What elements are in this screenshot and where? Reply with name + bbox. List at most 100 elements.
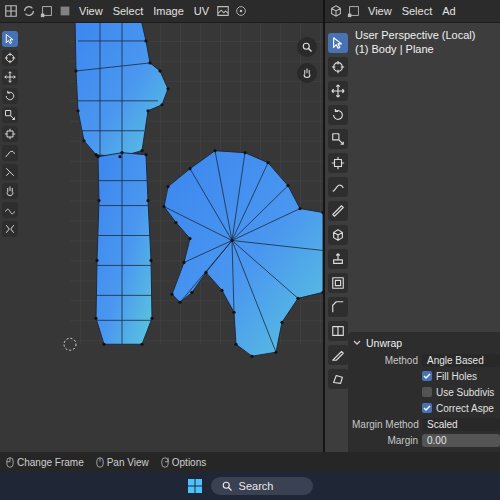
uv-vertex[interactable]: [321, 211, 323, 214]
viewport-body[interactable]: User Perspective (Local)(1) Body | Plane…: [325, 23, 500, 452]
uv-vertex[interactable]: [118, 155, 121, 158]
vertex-select-icon[interactable]: [347, 4, 361, 18]
uv-vertex[interactable]: [148, 61, 151, 64]
uv-vertex[interactable]: [230, 239, 233, 242]
tool-button[interactable]: [2, 107, 18, 123]
tool-button[interactable]: [2, 164, 18, 180]
uv-vertex[interactable]: [190, 291, 193, 294]
vertex-select-icon[interactable]: [40, 4, 54, 18]
menu-item[interactable]: Select: [110, 3, 147, 19]
windows-logo-icon[interactable]: [187, 478, 203, 494]
uv-island[interactable]: [164, 151, 323, 357]
uv-vertex[interactable]: [178, 301, 181, 304]
uv-vertex[interactable]: [149, 259, 152, 262]
menu-item[interactable]: View: [76, 3, 106, 19]
uv-vertex[interactable]: [166, 87, 169, 90]
pivot-icon[interactable]: [234, 4, 248, 18]
menu-item[interactable]: Ad: [439, 3, 458, 19]
tool-button[interactable]: [328, 105, 348, 125]
tool-button[interactable]: [2, 145, 18, 161]
uv-vertex[interactable]: [74, 69, 77, 72]
uv-vertex[interactable]: [150, 317, 153, 320]
uv-vertex[interactable]: [82, 139, 85, 142]
editor-type-icon[interactable]: [4, 4, 18, 18]
tool-button[interactable]: [2, 126, 18, 142]
uv-vertex[interactable]: [162, 205, 165, 208]
uv-vertex[interactable]: [274, 351, 277, 354]
menu-item[interactable]: Image: [150, 3, 187, 19]
uv-vertex[interactable]: [95, 259, 98, 262]
uv-vertex[interactable]: [146, 199, 149, 202]
checkbox-field[interactable]: Correct Aspe: [422, 403, 500, 414]
tool-button[interactable]: [328, 225, 348, 245]
sync-selection-icon[interactable]: [22, 4, 36, 18]
uv-vertex[interactable]: [232, 311, 235, 314]
uv-vertex[interactable]: [188, 237, 191, 240]
tool-button[interactable]: [2, 221, 18, 237]
editor-type-icon[interactable]: [329, 4, 343, 18]
tool-button[interactable]: [2, 31, 18, 47]
tool-button[interactable]: [328, 321, 348, 341]
tool-button[interactable]: [2, 50, 18, 66]
uv-vertex[interactable]: [140, 149, 143, 152]
checkbox[interactable]: [422, 403, 432, 413]
2d-cursor-icon[interactable]: [64, 338, 76, 350]
uv-island[interactable]: [96, 153, 152, 345]
tool-button[interactable]: [328, 249, 348, 269]
tool-button[interactable]: [2, 183, 18, 199]
uv-vertex[interactable]: [140, 343, 143, 346]
uv-vertex[interactable]: [144, 39, 147, 42]
tool-button[interactable]: [328, 201, 348, 221]
menu-item[interactable]: UV: [191, 3, 212, 19]
uv-vertex[interactable]: [280, 321, 283, 324]
uv-vertex[interactable]: [220, 289, 223, 292]
tool-button[interactable]: [2, 88, 18, 104]
tool-button[interactable]: [328, 345, 348, 365]
uv-vertex[interactable]: [102, 343, 105, 346]
uv-vertex[interactable]: [96, 155, 99, 158]
uv-vertex[interactable]: [188, 167, 191, 170]
uv-vertex[interactable]: [76, 109, 79, 112]
uv-vertex[interactable]: [160, 103, 163, 106]
uv-vertex[interactable]: [97, 199, 100, 202]
dropdown[interactable]: Scaled: [422, 418, 500, 431]
checkbox-field[interactable]: Use Subdivis: [422, 387, 500, 398]
tool-button[interactable]: [328, 129, 348, 149]
uv-vertex[interactable]: [146, 109, 149, 112]
uv-vertex[interactable]: [174, 221, 177, 224]
uv-vertex[interactable]: [296, 297, 299, 300]
tool-button[interactable]: [328, 273, 348, 293]
tool-button[interactable]: [328, 369, 348, 389]
taskbar-search[interactable]: Search: [211, 477, 314, 495]
image-icon[interactable]: [216, 4, 230, 18]
uv-vertex[interactable]: [213, 149, 216, 152]
tool-button[interactable]: [328, 177, 348, 197]
uv-vertex[interactable]: [170, 293, 173, 296]
checkbox[interactable]: [422, 387, 432, 397]
uv-vertex[interactable]: [182, 261, 185, 264]
uv-vertex[interactable]: [94, 317, 97, 320]
uv-vertex[interactable]: [158, 69, 161, 72]
tool-button[interactable]: [328, 153, 348, 173]
uv-island[interactable]: [75, 23, 168, 157]
uv-vertex[interactable]: [298, 207, 301, 210]
number-field[interactable]: 0.00: [422, 434, 500, 447]
uv-canvas[interactable]: [20, 23, 323, 452]
checkbox[interactable]: [422, 371, 432, 381]
uv-vertex[interactable]: [266, 161, 269, 164]
menu-item[interactable]: View: [365, 3, 395, 19]
menu-item[interactable]: Select: [399, 3, 436, 19]
uv-vertex[interactable]: [243, 151, 246, 154]
pan-button[interactable]: [297, 63, 317, 83]
uv-vertex[interactable]: [234, 343, 237, 346]
tool-button[interactable]: [2, 202, 18, 218]
checkbox-field[interactable]: Fill Holes: [422, 371, 500, 382]
tool-button[interactable]: [328, 297, 348, 317]
uv-vertex[interactable]: [321, 291, 323, 294]
face-select-icon[interactable]: [58, 4, 72, 18]
uv-vertex[interactable]: [120, 151, 123, 154]
uv-vertex[interactable]: [204, 271, 207, 274]
tool-button[interactable]: [328, 81, 348, 101]
dropdown[interactable]: Angle Based: [422, 354, 500, 367]
uv-vertex[interactable]: [166, 185, 169, 188]
